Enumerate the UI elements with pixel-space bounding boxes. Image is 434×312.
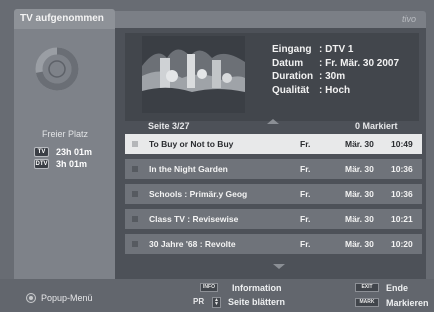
exit-key-icon: EXIT <box>355 283 379 292</box>
tv-icon: TV <box>34 147 49 157</box>
popup-menu-hint[interactable]: Popup-Menü <box>26 293 93 303</box>
value-input: : DTV 1 <box>319 44 354 55</box>
help-bar: Popup-Menü INFO Information PR ▲ ▼ Seite … <box>0 279 434 312</box>
storage-tv-value: 23h 01m <box>56 147 93 157</box>
recording-title: Schools : Primär.y Geog <box>149 189 248 199</box>
storage-panel: Freier Platz TV 23h 01m DTV 3h 01m <box>14 29 115 279</box>
recording-day: Fr. <box>300 189 311 199</box>
exit-hint: Ende <box>386 283 409 293</box>
recording-row[interactable]: To Buy or Not to Buy Fr. Mär. 30 10:49 <box>125 134 422 154</box>
brand-logo: tivo <box>401 14 416 24</box>
info-hint: Information <box>232 283 282 293</box>
recording-date: Mär. 30 <box>345 239 374 249</box>
page-indicator: Seite 3/27 <box>148 121 190 131</box>
recording-title: In the Night Garden <box>149 164 228 174</box>
window-title-tab: TV aufgenommen <box>14 9 115 29</box>
recording-row[interactable]: 30 Jahre '68 : Revolte Fr. Mär. 30 10:20 <box>125 234 422 254</box>
label-input: Eingang <box>272 44 312 55</box>
label-date: Datum <box>272 57 304 69</box>
recording-date: Mär. 30 <box>345 189 374 199</box>
recording-title: 30 Jahre '68 : Revolte <box>149 239 236 249</box>
recording-day: Fr. <box>300 214 311 224</box>
detail-labels: Eingang Datum Duration Qualität <box>272 43 313 97</box>
page-flip-hint: Seite blättern <box>228 297 286 307</box>
recording-time: 10:49 <box>391 139 413 149</box>
mark-checkbox[interactable] <box>132 216 138 222</box>
mark-checkbox[interactable] <box>132 241 138 247</box>
popup-menu-label: Popup-Menü <box>41 293 93 303</box>
recording-preview-thumbnail <box>142 36 245 113</box>
value-quality: : Hoch <box>319 84 351 96</box>
recording-time: 10:36 <box>391 189 413 199</box>
recording-row[interactable]: Schools : Primär.y Geog Fr. Mär. 30 10:3… <box>125 184 422 204</box>
storage-dtv: DTV 3h 01m <box>34 159 87 169</box>
pr-updown-icon: ▲ ▼ <box>212 297 221 308</box>
ok-button-icon <box>26 293 36 303</box>
recording-title: To Buy or Not to Buy <box>149 139 234 149</box>
disk-usage-donut-icon <box>35 47 79 91</box>
mark-hint: Markieren <box>386 298 429 308</box>
free-space-label: Freier Platz <box>42 129 89 139</box>
mark-checkbox[interactable] <box>132 166 138 172</box>
recording-day: Fr. <box>300 139 311 149</box>
recording-date: Mär. 30 <box>345 164 374 174</box>
recording-time: 10:21 <box>391 214 413 224</box>
recording-row[interactable]: Class TV : Revisewise Fr. Mär. 30 10:21 <box>125 209 422 229</box>
recording-time: 10:36 <box>391 164 413 174</box>
mark-checkbox[interactable] <box>132 191 138 197</box>
recordings-screen: TV aufgenommen tivo Freier Platz TV 23h … <box>0 0 434 312</box>
value-duration: : 30m <box>319 71 346 82</box>
recording-details: Eingang Datum Duration Qualität : DTV 1 … <box>125 33 419 121</box>
mark-checkbox[interactable] <box>132 141 138 147</box>
mark-key-icon: MARK <box>355 298 379 307</box>
marked-count: 0 Markiert <box>355 121 398 131</box>
info-key-icon: INFO <box>200 283 218 292</box>
recording-day: Fr. <box>300 239 311 249</box>
recording-date: Mär. 30 <box>345 139 374 149</box>
window-title: TV aufgenommen <box>20 13 104 24</box>
pr-key-label: PR <box>193 297 205 306</box>
recording-day: Fr. <box>300 164 311 174</box>
list-header: Seite 3/27 0 Markiert <box>127 121 422 133</box>
recording-date: Mär. 30 <box>345 214 374 224</box>
label-quality: Qualität <box>272 84 310 96</box>
recordings-panel: Eingang Datum Duration Qualität : DTV 1 … <box>115 28 426 279</box>
recording-time: 10:20 <box>391 239 413 249</box>
storage-tv: TV 23h 01m <box>34 147 92 157</box>
title-band: tivo <box>115 11 426 28</box>
value-date: : Fr. Mär. 30 2007 <box>319 57 400 69</box>
dtv-icon: DTV <box>34 159 49 169</box>
scroll-down-arrow-icon[interactable] <box>273 264 285 269</box>
recording-title: Class TV : Revisewise <box>149 214 239 224</box>
recording-row[interactable]: In the Night Garden Fr. Mär. 30 10:36 <box>125 159 422 179</box>
detail-values: : DTV 1 : Fr. Mär. 30 2007 : 30m : Hoch <box>319 43 399 97</box>
label-duration: Duration <box>272 71 314 82</box>
storage-dtv-value: 3h 01m <box>56 159 88 169</box>
